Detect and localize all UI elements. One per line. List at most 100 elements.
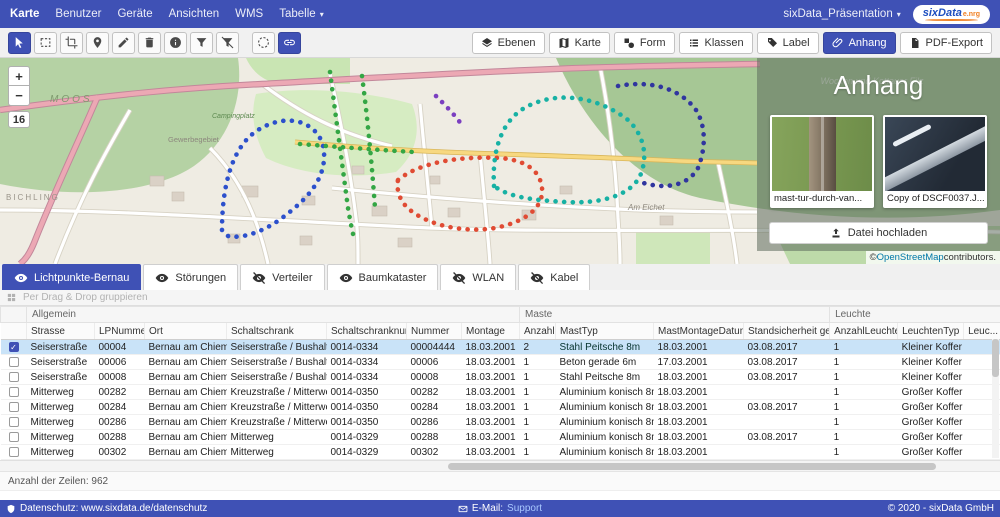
column-header-lpnummer[interactable]: LPNummer bbox=[95, 323, 145, 340]
cell-masttyp[interactable]: Stahl Peitsche 8m bbox=[556, 370, 654, 385]
cell-lpnummer[interactable]: 00288 bbox=[95, 430, 145, 445]
cell-ort[interactable]: Bernau am Chiemsee bbox=[145, 385, 227, 400]
cell-schaltschrank[interactable]: Kreuzstraße / Mitterweg bbox=[227, 400, 327, 415]
cell-lpnummer[interactable]: 00282 bbox=[95, 385, 145, 400]
cell-mastmontagedatum[interactable]: 18.03.2001 bbox=[654, 340, 744, 355]
cell-schaltschranknummer[interactable]: 0014-0334 bbox=[327, 370, 407, 385]
cell-schaltschranknummer[interactable]: 0014-0334 bbox=[327, 355, 407, 370]
cell-mastmontagedatum[interactable]: 17.03.2001 bbox=[654, 355, 744, 370]
cell-schaltschrank[interactable]: Mitterweg bbox=[227, 445, 327, 460]
delete-tool[interactable] bbox=[138, 32, 161, 54]
table-row[interactable]: Mitterweg00286Bernau am ChiemseeKreuzstr… bbox=[1, 415, 1000, 430]
attachment-thumbnail[interactable]: Copy of DSCF0037.J... bbox=[883, 115, 987, 208]
cell-standsicherheit-gepr[interactable]: 03.08.2017 bbox=[744, 370, 830, 385]
group-by-bar[interactable]: Per Drag & Drop gruppieren bbox=[0, 290, 1000, 306]
radius-tool[interactable] bbox=[252, 32, 275, 54]
cell-anzahl[interactable]: 1 bbox=[520, 355, 556, 370]
cell-standsicherheit-gepr[interactable] bbox=[744, 445, 830, 460]
link-tool[interactable] bbox=[278, 32, 301, 54]
table-row[interactable]: Mitterweg00288Bernau am ChiemseeMitterwe… bbox=[1, 430, 1000, 445]
cell-masttyp[interactable]: Beton gerade 6m bbox=[556, 355, 654, 370]
cell-schaltschranknummer[interactable]: 0014-0329 bbox=[327, 445, 407, 460]
menu-item-ger-te[interactable]: Geräte bbox=[117, 8, 152, 20]
user-menu[interactable]: sixData_Präsentation ▾ bbox=[783, 8, 900, 20]
cell-mastmontagedatum[interactable]: 18.03.2001 bbox=[654, 400, 744, 415]
row-checkbox[interactable]: ✓ bbox=[9, 342, 19, 352]
cell-mastmontagedatum[interactable]: 18.03.2001 bbox=[654, 370, 744, 385]
cell-nummer[interactable]: 00282 bbox=[407, 385, 462, 400]
column-header-nummer[interactable]: Nummer bbox=[407, 323, 462, 340]
column-header-ort[interactable]: Ort bbox=[145, 323, 227, 340]
cell-masttyp[interactable]: Aluminium konisch 8m bbox=[556, 400, 654, 415]
cell-lpnummer[interactable]: 00008 bbox=[95, 370, 145, 385]
cell-lpnummer[interactable]: 00284 bbox=[95, 400, 145, 415]
crop-tool[interactable] bbox=[60, 32, 83, 54]
cell-ort[interactable]: Bernau am Chiemsee bbox=[145, 355, 227, 370]
cell-strasse[interactable]: Seiserstraße bbox=[27, 355, 95, 370]
cell-nummer[interactable]: 00288 bbox=[407, 430, 462, 445]
cell-anzahlleuchten[interactable]: 1 bbox=[830, 430, 898, 445]
row-checkbox[interactable] bbox=[9, 432, 19, 442]
menu-item-wms[interactable]: WMS bbox=[235, 8, 263, 20]
cell-anzahl[interactable]: 1 bbox=[520, 415, 556, 430]
vertical-scrollbar-thumb[interactable] bbox=[992, 339, 999, 377]
rect-select-tool[interactable] bbox=[34, 32, 57, 54]
cell-leuchtentyp[interactable]: Großer Koffer bbox=[898, 385, 964, 400]
cell-nummer[interactable]: 00006 bbox=[407, 355, 462, 370]
cell-anzahl[interactable]: 1 bbox=[520, 445, 556, 460]
cell-schaltschrank[interactable]: Kreuzstraße / Mitterweg bbox=[227, 415, 327, 430]
cell-masttyp[interactable]: Aluminium konisch 8m bbox=[556, 385, 654, 400]
cell-montage[interactable]: 18.03.2001 bbox=[462, 385, 520, 400]
cell-nummer[interactable]: 00004444 bbox=[407, 340, 462, 355]
cell-strasse[interactable]: Mitterweg bbox=[27, 415, 95, 430]
cell-standsicherheit-gepr[interactable]: 03.08.2017 bbox=[744, 430, 830, 445]
horizontal-scrollbar-thumb[interactable] bbox=[448, 463, 936, 470]
cell-anzahlleuchten[interactable]: 1 bbox=[830, 400, 898, 415]
row-checkbox[interactable] bbox=[9, 417, 19, 427]
cell-leuchtentyp[interactable]: Großer Koffer bbox=[898, 400, 964, 415]
cell-ort[interactable]: Bernau am Chiemsee bbox=[145, 430, 227, 445]
cell-montage[interactable]: 18.03.2001 bbox=[462, 430, 520, 445]
column-header-anzahlleuchten[interactable]: AnzahlLeuchten bbox=[830, 323, 898, 340]
toolbar-button-anhang[interactable]: Anhang bbox=[823, 32, 896, 54]
cell-anzahl[interactable]: 1 bbox=[520, 400, 556, 415]
toolbar-button-label[interactable]: Label bbox=[757, 32, 819, 54]
menu-item-ansichten[interactable]: Ansichten bbox=[169, 8, 220, 20]
table-row[interactable]: Seiserstraße00006Bernau am ChiemseeSeise… bbox=[1, 355, 1000, 370]
cell-anzahl[interactable]: 1 bbox=[520, 430, 556, 445]
cell-lpnummer[interactable]: 00004 bbox=[95, 340, 145, 355]
cell-anzahl[interactable]: 2 bbox=[520, 340, 556, 355]
marker-tool[interactable] bbox=[86, 32, 109, 54]
cell-schaltschranknummer[interactable]: 0014-0350 bbox=[327, 400, 407, 415]
column-header-mastmontagedatum[interactable]: MastMontageDatum bbox=[654, 323, 744, 340]
cell-anzahlleuchten[interactable]: 1 bbox=[830, 340, 898, 355]
tab-kabel[interactable]: Kabel bbox=[518, 264, 590, 290]
cell-nummer[interactable]: 00286 bbox=[407, 415, 462, 430]
cell-ort[interactable]: Bernau am Chiemsee bbox=[145, 400, 227, 415]
cell-mastmontagedatum[interactable]: 18.03.2001 bbox=[654, 430, 744, 445]
cell-nummer[interactable]: 00302 bbox=[407, 445, 462, 460]
tab-baumkataster[interactable]: Baumkataster bbox=[327, 264, 439, 290]
info-tool[interactable] bbox=[164, 32, 187, 54]
cell-schaltschranknummer[interactable]: 0014-0350 bbox=[327, 385, 407, 400]
cell-masttyp[interactable]: Aluminium konisch 8m bbox=[556, 415, 654, 430]
cell-masttyp[interactable]: Aluminium konisch 8m bbox=[556, 430, 654, 445]
cell-schaltschranknummer[interactable]: 0014-0350 bbox=[327, 415, 407, 430]
cell-anzahlleuchten[interactable]: 1 bbox=[830, 415, 898, 430]
cell-montage[interactable]: 18.03.2001 bbox=[462, 340, 520, 355]
cell-strasse[interactable]: Seiserstraße bbox=[27, 340, 95, 355]
cell-strasse[interactable]: Mitterweg bbox=[27, 430, 95, 445]
cell-masttyp[interactable]: Aluminium konisch 8m bbox=[556, 445, 654, 460]
cell-schaltschrank[interactable]: Kreuzstraße / Mitterweg bbox=[227, 385, 327, 400]
tab-lichtpunkte-bernau[interactable]: Lichtpunkte-Bernau bbox=[2, 264, 141, 290]
tab-verteiler[interactable]: Verteiler bbox=[240, 264, 324, 290]
cell-ort[interactable]: Bernau am Chiemsee bbox=[145, 340, 227, 355]
zoom-out-button[interactable]: − bbox=[8, 86, 30, 106]
cell-standsicherheit-gepr[interactable]: 03.08.2017 bbox=[744, 400, 830, 415]
cell-schaltschrank[interactable]: Mitterweg bbox=[227, 430, 327, 445]
vertical-scrollbar[interactable] bbox=[992, 339, 999, 458]
support-link[interactable]: Support bbox=[507, 503, 542, 514]
cell-standsicherheit-gepr[interactable] bbox=[744, 385, 830, 400]
zoom-in-button[interactable]: + bbox=[8, 66, 30, 86]
column-header-masttyp[interactable]: MastTyp bbox=[556, 323, 654, 340]
